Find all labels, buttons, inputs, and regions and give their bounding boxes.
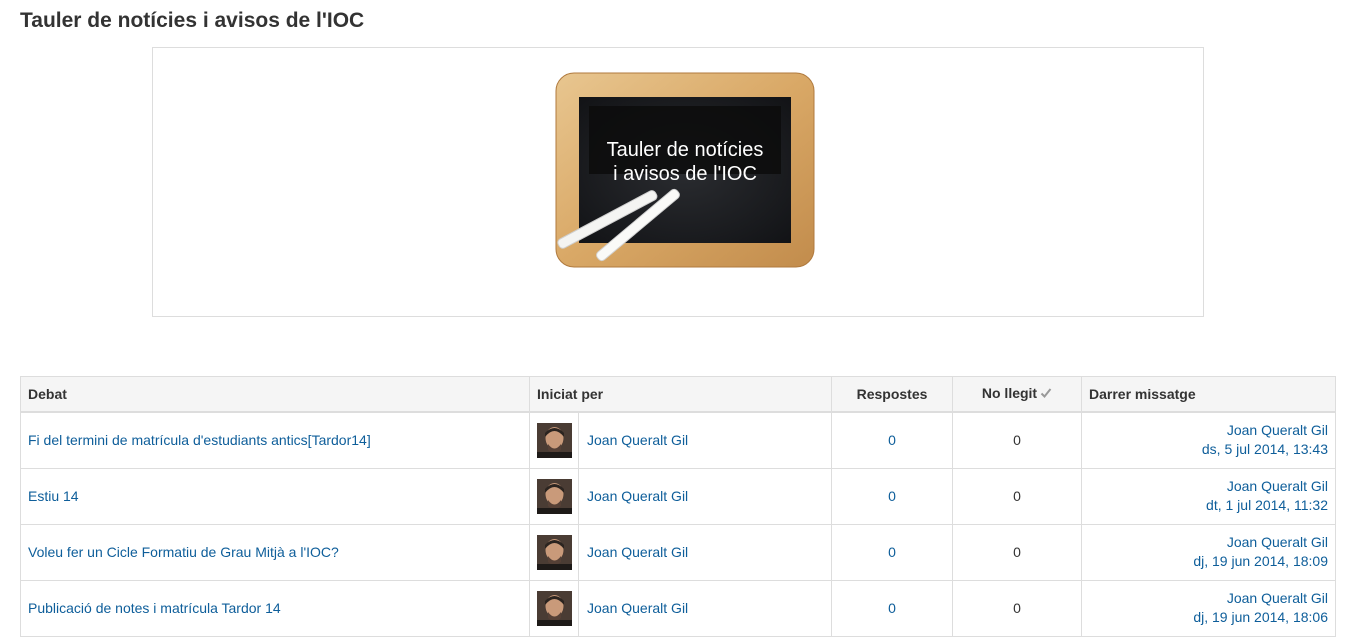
last-post-date-link[interactable]: ds, 5 jul 2014, 13:43 [1202, 441, 1328, 457]
chalkboard-text: Tauler de notícies i avisos de l'IOC [554, 138, 816, 186]
replies-count-link[interactable]: 0 [839, 488, 945, 504]
last-post-author-link[interactable]: Joan Queralt Gil [1227, 422, 1328, 438]
author-link[interactable]: Joan Queralt Gil [579, 488, 688, 504]
header-replies[interactable]: Respostes [831, 376, 953, 413]
unread-count: 0 [952, 411, 1082, 469]
board-line-2: i avisos de l'IOC [613, 163, 757, 185]
last-post-author-link[interactable]: Joan Queralt Gil [1227, 478, 1328, 494]
replies-count-link[interactable]: 0 [839, 432, 945, 448]
table-row: Voleu fer un Cicle Formatiu de Grau Mitj… [20, 523, 1336, 581]
discussion-list-table: Debat Iniciat per Respostes No llegit Da… [20, 376, 1336, 637]
replies-count-link[interactable]: 0 [839, 544, 945, 560]
last-post-author-link[interactable]: Joan Queralt Gil [1227, 590, 1328, 606]
header-started-by[interactable]: Iniciat per [529, 376, 832, 413]
header-unread[interactable]: No llegit [952, 376, 1082, 413]
author-link[interactable]: Joan Queralt Gil [579, 544, 688, 560]
table-row: Fi del termini de matrícula d'estudiants… [20, 411, 1336, 469]
unread-count: 0 [952, 467, 1082, 525]
last-post-date-link[interactable]: dt, 1 jul 2014, 11:32 [1206, 497, 1328, 513]
user-avatar-photo[interactable] [536, 422, 572, 458]
user-avatar-photo[interactable] [536, 478, 572, 514]
user-avatar-photo[interactable] [536, 590, 572, 626]
last-post-date-link[interactable]: dj, 19 jun 2014, 18:06 [1193, 609, 1328, 625]
header-unread-label: No llegit [981, 385, 1038, 402]
table-row: Publicació de notes i matrícula Tardor 1… [20, 579, 1336, 637]
unread-count: 0 [952, 523, 1082, 581]
author-link[interactable]: Joan Queralt Gil [579, 432, 688, 448]
discussion-topic-link[interactable]: Publicació de notes i matrícula Tardor 1… [28, 600, 281, 616]
table-row: Estiu 14 Joan Queralt Gil 0 0 Joan Quera… [20, 467, 1336, 525]
unread-count: 0 [952, 579, 1082, 637]
table-header-row: Debat Iniciat per Respostes No llegit Da… [20, 376, 1336, 413]
discussion-topic-link[interactable]: Fi del termini de matrícula d'estudiants… [28, 432, 371, 448]
discussion-topic-link[interactable]: Voleu fer un Cicle Formatiu de Grau Mitj… [28, 544, 339, 560]
replies-count-link[interactable]: 0 [839, 600, 945, 616]
chalkboard-image: Tauler de notícies i avisos de l'IOC [554, 72, 816, 269]
header-discussion[interactable]: Debat [20, 376, 530, 413]
last-post-author-link[interactable]: Joan Queralt Gil [1227, 534, 1328, 550]
forum-intro-box: Tauler de notícies i avisos de l'IOC [152, 47, 1204, 317]
check-icon [1040, 386, 1052, 402]
author-link[interactable]: Joan Queralt Gil [579, 600, 688, 616]
last-post-date-link[interactable]: dj, 19 jun 2014, 18:09 [1193, 553, 1328, 569]
discussion-topic-link[interactable]: Estiu 14 [28, 488, 79, 504]
board-line-1: Tauler de notícies [606, 139, 764, 161]
page-title: Tauler de notícies i avisos de l'IOC [20, 9, 365, 32]
header-last-post[interactable]: Darrer missatge [1081, 376, 1336, 413]
user-avatar-photo[interactable] [536, 534, 572, 570]
